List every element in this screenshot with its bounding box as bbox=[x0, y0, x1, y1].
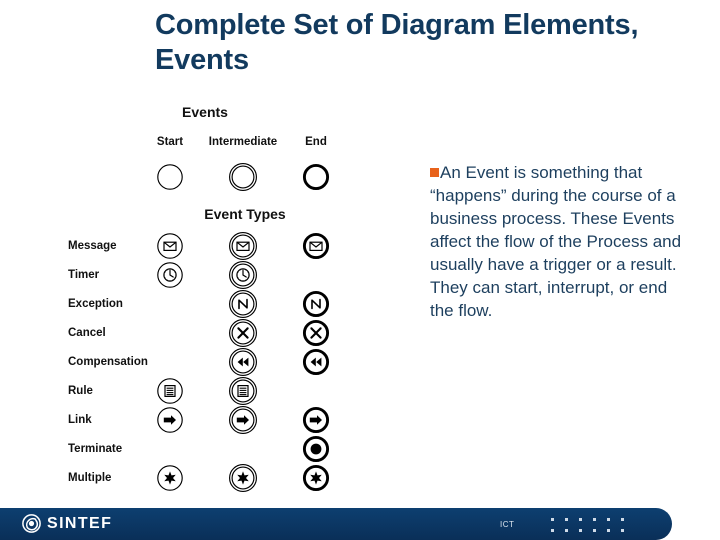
footer-dot bbox=[607, 529, 610, 532]
event-types-heading: Event Types bbox=[204, 206, 286, 222]
event-intermediate-multiple bbox=[226, 461, 260, 495]
event-end-compensation bbox=[299, 345, 333, 379]
footer-dot bbox=[621, 518, 624, 521]
row-label-terminate: Terminate bbox=[68, 443, 123, 455]
row-label-timer: Timer bbox=[68, 269, 100, 281]
footer-dot bbox=[565, 529, 568, 532]
event-end-message bbox=[299, 229, 333, 263]
event-start-multiple bbox=[153, 461, 187, 495]
footer-dot bbox=[565, 518, 568, 521]
event-shape-start bbox=[153, 160, 187, 194]
row-label-rule: Rule bbox=[68, 385, 93, 397]
footer-dot bbox=[607, 518, 610, 521]
events-heading: Events bbox=[182, 104, 228, 120]
square-bullet-icon bbox=[430, 168, 439, 177]
row-label-multiple: Multiple bbox=[68, 472, 112, 484]
row-label-compensation: Compensation bbox=[68, 356, 148, 368]
body-text: An Event is something that “happens” dur… bbox=[430, 163, 682, 321]
event-start-link bbox=[153, 403, 187, 437]
footer-dot bbox=[621, 529, 624, 532]
footer-dot bbox=[579, 529, 582, 532]
event-end-multiple bbox=[299, 461, 333, 495]
bpmn-events-diagram: Events Event Types Start Intermediate End … bbox=[0, 96, 400, 496]
row-label-exception: Exception bbox=[68, 298, 123, 310]
body-paragraph: An Event is something that “happens” dur… bbox=[430, 161, 682, 322]
event-intermediate-link bbox=[226, 403, 260, 437]
event-start-timer bbox=[153, 258, 187, 292]
footer-dot bbox=[593, 518, 596, 521]
footer-dot bbox=[551, 529, 554, 532]
row-label-cancel: Cancel bbox=[68, 327, 106, 339]
footer-dot bbox=[593, 529, 596, 532]
row-label-message: Message bbox=[68, 240, 117, 252]
column-header-end: End bbox=[305, 136, 327, 148]
event-shape-intermediate bbox=[226, 160, 260, 194]
sintef-logo: SINTEF bbox=[22, 514, 112, 533]
page-title: Complete Set of Diagram Elements, Events bbox=[155, 9, 639, 77]
footer-unit-label: ICT bbox=[500, 520, 515, 529]
event-shape-end bbox=[299, 160, 333, 194]
sintef-swirl-logo-icon bbox=[22, 514, 41, 533]
footer-dot-grid bbox=[551, 518, 635, 540]
row-label-link: Link bbox=[68, 414, 92, 426]
column-header-start: Start bbox=[156, 136, 184, 148]
footer-dot bbox=[551, 518, 554, 521]
footer-bar: SINTEF ICT bbox=[0, 508, 672, 540]
footer-dot bbox=[579, 518, 582, 521]
column-header-intermediate: Intermediate bbox=[208, 136, 278, 148]
sintef-wordmark: SINTEF bbox=[47, 514, 113, 532]
